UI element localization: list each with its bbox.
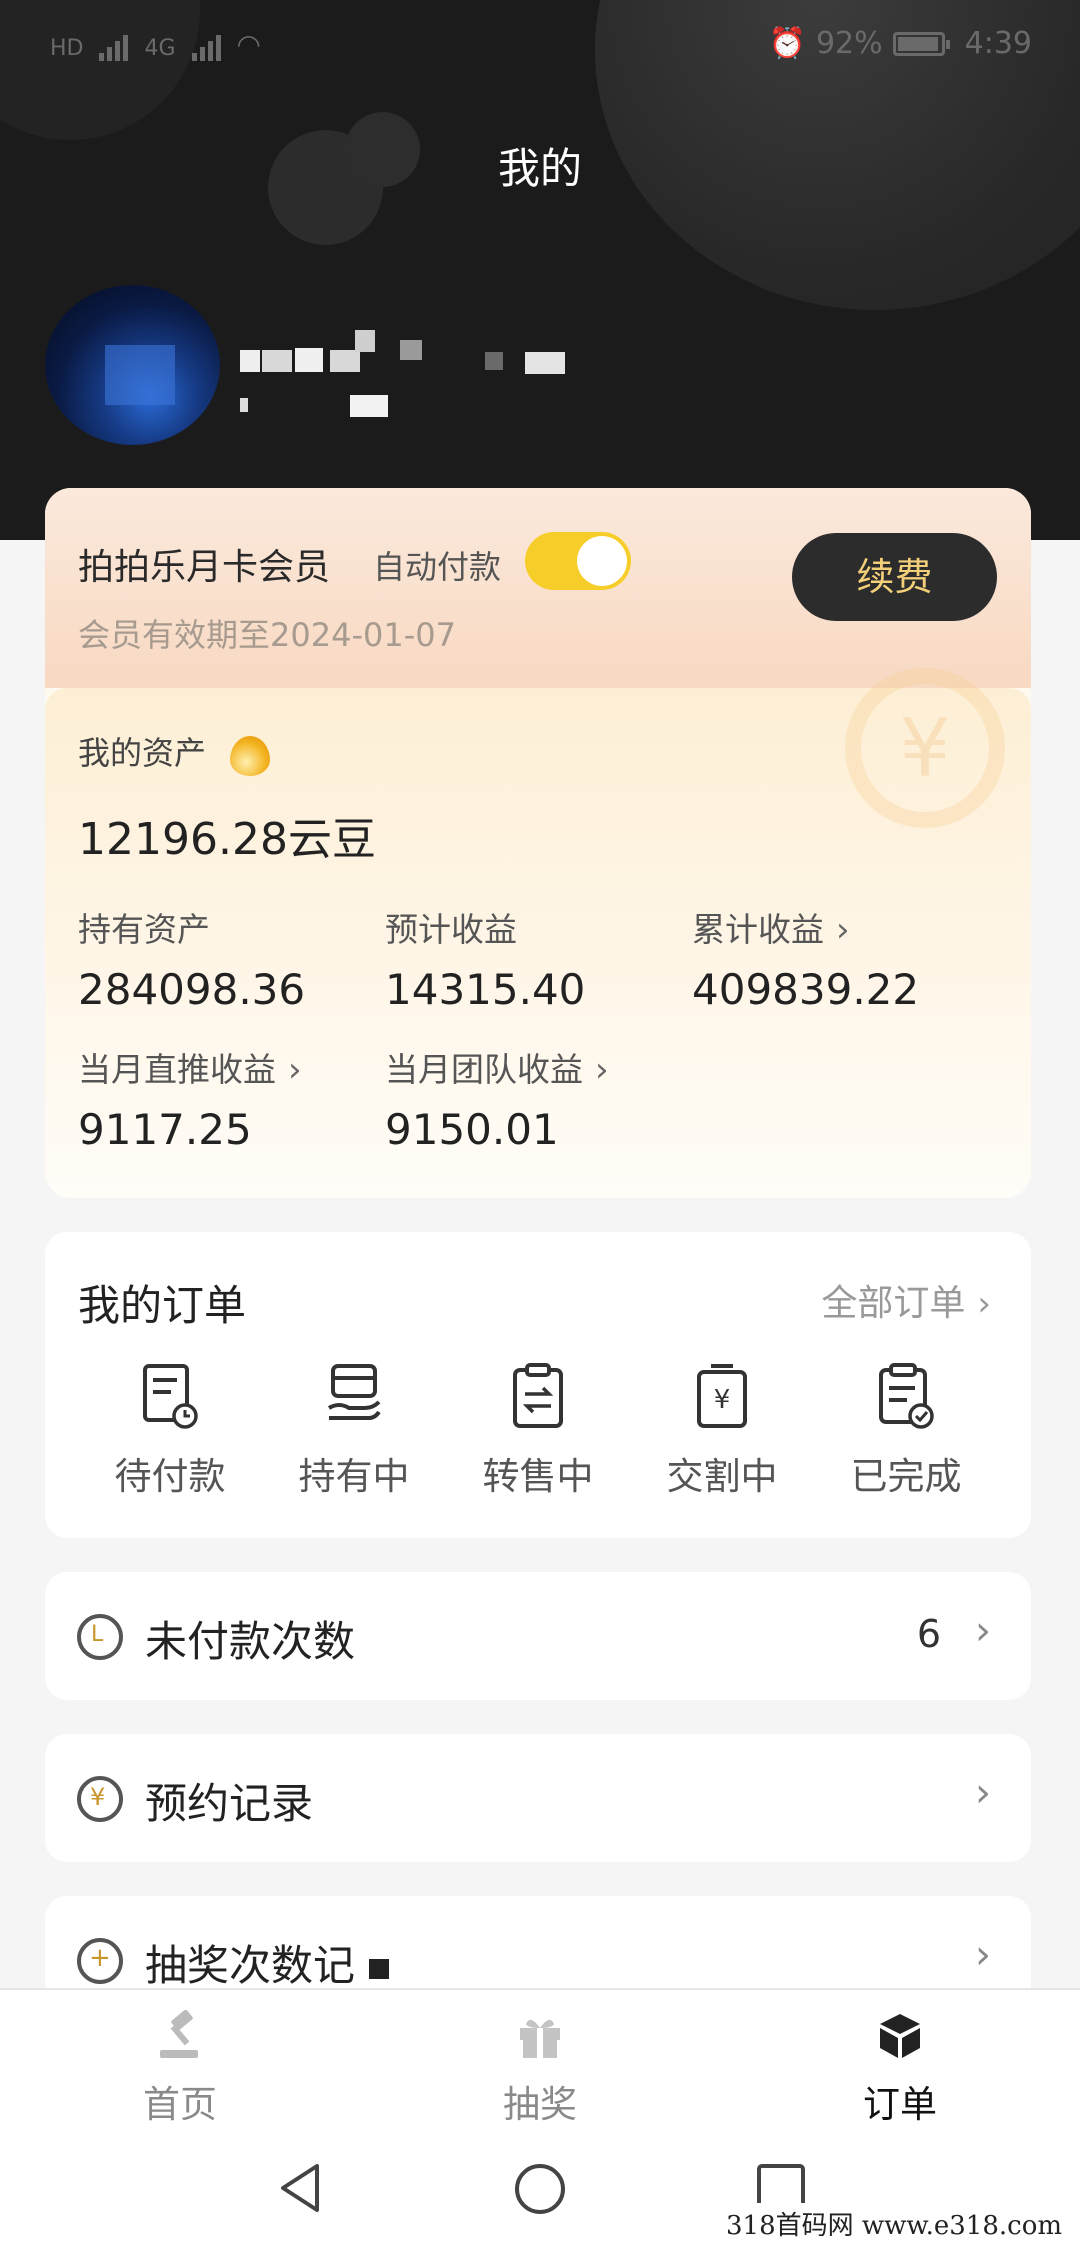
chevron-right-icon: ›: [975, 1608, 991, 1654]
back-icon[interactable]: [275, 2160, 325, 2216]
wifi-icon: ◠: [236, 28, 261, 61]
order-status-label: 转售中: [482, 1455, 594, 1498]
stat-value: 409839.22: [692, 965, 920, 1014]
membership-name: 拍拍乐月卡会员: [78, 547, 331, 588]
nav-tab-orders[interactable]: 订单: [820, 2010, 980, 2128]
stat-label: 当月直推收益: [78, 1050, 276, 1089]
stat-monthly-team-earnings[interactable]: 当月团队收益 › 9150.01: [385, 1043, 609, 1154]
stat-label-row: 当月直推收益 ›: [78, 1043, 302, 1091]
stat-expected-earnings: 预计收益 14315.40: [385, 903, 585, 1014]
clock-icon: L: [77, 1614, 123, 1660]
plus-coin-icon: +: [77, 1938, 123, 1984]
orders-panel: 我的订单 全部订单 › 待付款 持有中 转售中 ¥ 交割中 已完成: [45, 1232, 1031, 1538]
row-count: 6: [916, 1612, 941, 1656]
stat-label-row: 当月团队收益 ›: [385, 1043, 609, 1091]
page-title: 我的: [497, 144, 582, 193]
membership-expiry: 会员有效期至2024-01-07: [78, 616, 456, 654]
stat-value: 9150.01: [385, 1105, 559, 1154]
pending-payment-icon: [143, 1364, 198, 1429]
stat-monthly-direct-earnings[interactable]: 当月直推收益 › 9117.25: [78, 1043, 302, 1154]
order-status-pending-payment[interactable]: 待付款: [95, 1362, 245, 1500]
signal-icon: [99, 35, 129, 61]
network-indicators: HD 4G ◠: [50, 28, 261, 61]
delivering-icon: ¥: [697, 1364, 747, 1428]
reselling-icon: [513, 1363, 563, 1428]
chevron-right-icon: ›: [977, 1284, 991, 1324]
row-label: 未付款次数: [145, 1617, 356, 1666]
order-status-reselling[interactable]: 转售中: [463, 1362, 613, 1500]
renew-button[interactable]: 续费: [792, 533, 997, 621]
truncation-mark: [369, 1958, 390, 1979]
alarm-icon: ⏰: [768, 26, 806, 61]
nav-label: 首页: [143, 2083, 217, 2126]
order-status-label: 交割中: [666, 1455, 778, 1498]
auction-hammer-icon: [160, 2009, 198, 2058]
all-orders-link[interactable]: 全部订单 ›: [821, 1274, 991, 1326]
membership-card: 拍拍乐月卡会员 自动付款 会员有效期至2024-01-07 续费 ¥ 我的资产 …: [45, 488, 1031, 1198]
battery-percent: 92%: [815, 26, 883, 61]
stat-value: 14315.40: [385, 965, 586, 1014]
nav-label: 订单: [863, 2083, 937, 2126]
yuan-watermark-icon: ¥: [845, 668, 1005, 828]
stat-label-row: 累计收益 ›: [692, 903, 919, 951]
bottom-navigation: 首页 抽奖 订单: [0, 1988, 1080, 2138]
svg-text:¥: ¥: [714, 1385, 731, 1415]
assets-label: 我的资产: [78, 734, 207, 772]
list-row-reservation-records[interactable]: ¥ 预约记录 ›: [45, 1734, 1031, 1862]
order-status-delivering[interactable]: ¥ 交割中: [647, 1362, 797, 1500]
stat-value: 9117.25: [78, 1105, 252, 1154]
nav-tab-lottery[interactable]: 抽奖: [460, 2010, 620, 2128]
auto-pay-label: 自动付款: [373, 548, 502, 586]
status-bar: HD 4G ◠ ⏰ 92% 4:39: [0, 20, 1080, 70]
assets-total: 12196.28云豆: [78, 814, 376, 865]
battery-icon: [892, 31, 950, 56]
chevron-right-icon: ›: [595, 1050, 609, 1090]
profile-header: HD 4G ◠ ⏰ 92% 4:39 我的: [0, 0, 1080, 540]
stat-label: 累计收益: [692, 910, 824, 949]
row-label: 预约记录: [145, 1779, 314, 1828]
row-label: 抽奖次数记: [145, 1932, 390, 1993]
toggle-knob: [577, 536, 627, 586]
bean-coin-icon: [230, 736, 270, 776]
row-label-text: 抽奖次数记: [145, 1941, 356, 1990]
chevron-right-icon: ›: [975, 1770, 991, 1816]
completed-icon: [879, 1363, 934, 1429]
chevron-right-icon: ›: [288, 1050, 302, 1090]
signal-icon: [191, 35, 221, 61]
nav-label: 抽奖: [503, 2083, 577, 2126]
order-status-label: 已完成: [850, 1455, 962, 1498]
chevron-right-icon: ›: [836, 910, 850, 950]
chevron-right-icon: ›: [975, 1932, 991, 1978]
orders-title: 我的订单: [78, 1281, 247, 1330]
yuan-coin-icon: ¥: [77, 1776, 123, 1822]
nav-tab-home[interactable]: 首页: [100, 2009, 260, 2128]
network-type-label: HD: [50, 36, 84, 61]
auto-pay-toggle[interactable]: [525, 532, 631, 590]
stat-total-earnings[interactable]: 累计收益 › 409839.22: [692, 903, 919, 1014]
system-navigation-bar: 318首码网 www.e318.com: [0, 2138, 1080, 2244]
order-status-completed[interactable]: 已完成: [831, 1362, 981, 1500]
order-status-label: 持有中: [298, 1455, 410, 1498]
stat-label: 持有资产: [78, 910, 210, 949]
stat-label: 当月团队收益: [385, 1050, 583, 1089]
list-row-unpaid-count[interactable]: L 未付款次数 6 ›: [45, 1572, 1031, 1700]
home-circle-icon[interactable]: [513, 2162, 567, 2216]
avatar[interactable]: [45, 285, 220, 445]
membership-header: 拍拍乐月卡会员 自动付款 会员有效期至2024-01-07 续费: [45, 488, 1031, 688]
gift-box-icon: [520, 2019, 560, 2058]
order-status-label: 待付款: [114, 1455, 226, 1498]
stat-value: 284098.36: [78, 965, 306, 1014]
network-type-label: 4G: [144, 36, 176, 61]
stat-label: 预计收益: [385, 910, 517, 949]
site-watermark: 318首码网 www.e318.com: [718, 2203, 1070, 2244]
cube-icon: [880, 2014, 920, 2058]
status-right: ⏰ 92% 4:39: [769, 26, 1032, 61]
order-status-holding[interactable]: 持有中: [279, 1362, 429, 1500]
holding-icon: [327, 1364, 381, 1420]
clock-time: 4:39: [964, 26, 1032, 61]
stat-holding-assets: 持有资产 284098.36: [78, 903, 305, 1014]
all-orders-label: 全部订单: [821, 1283, 966, 1324]
